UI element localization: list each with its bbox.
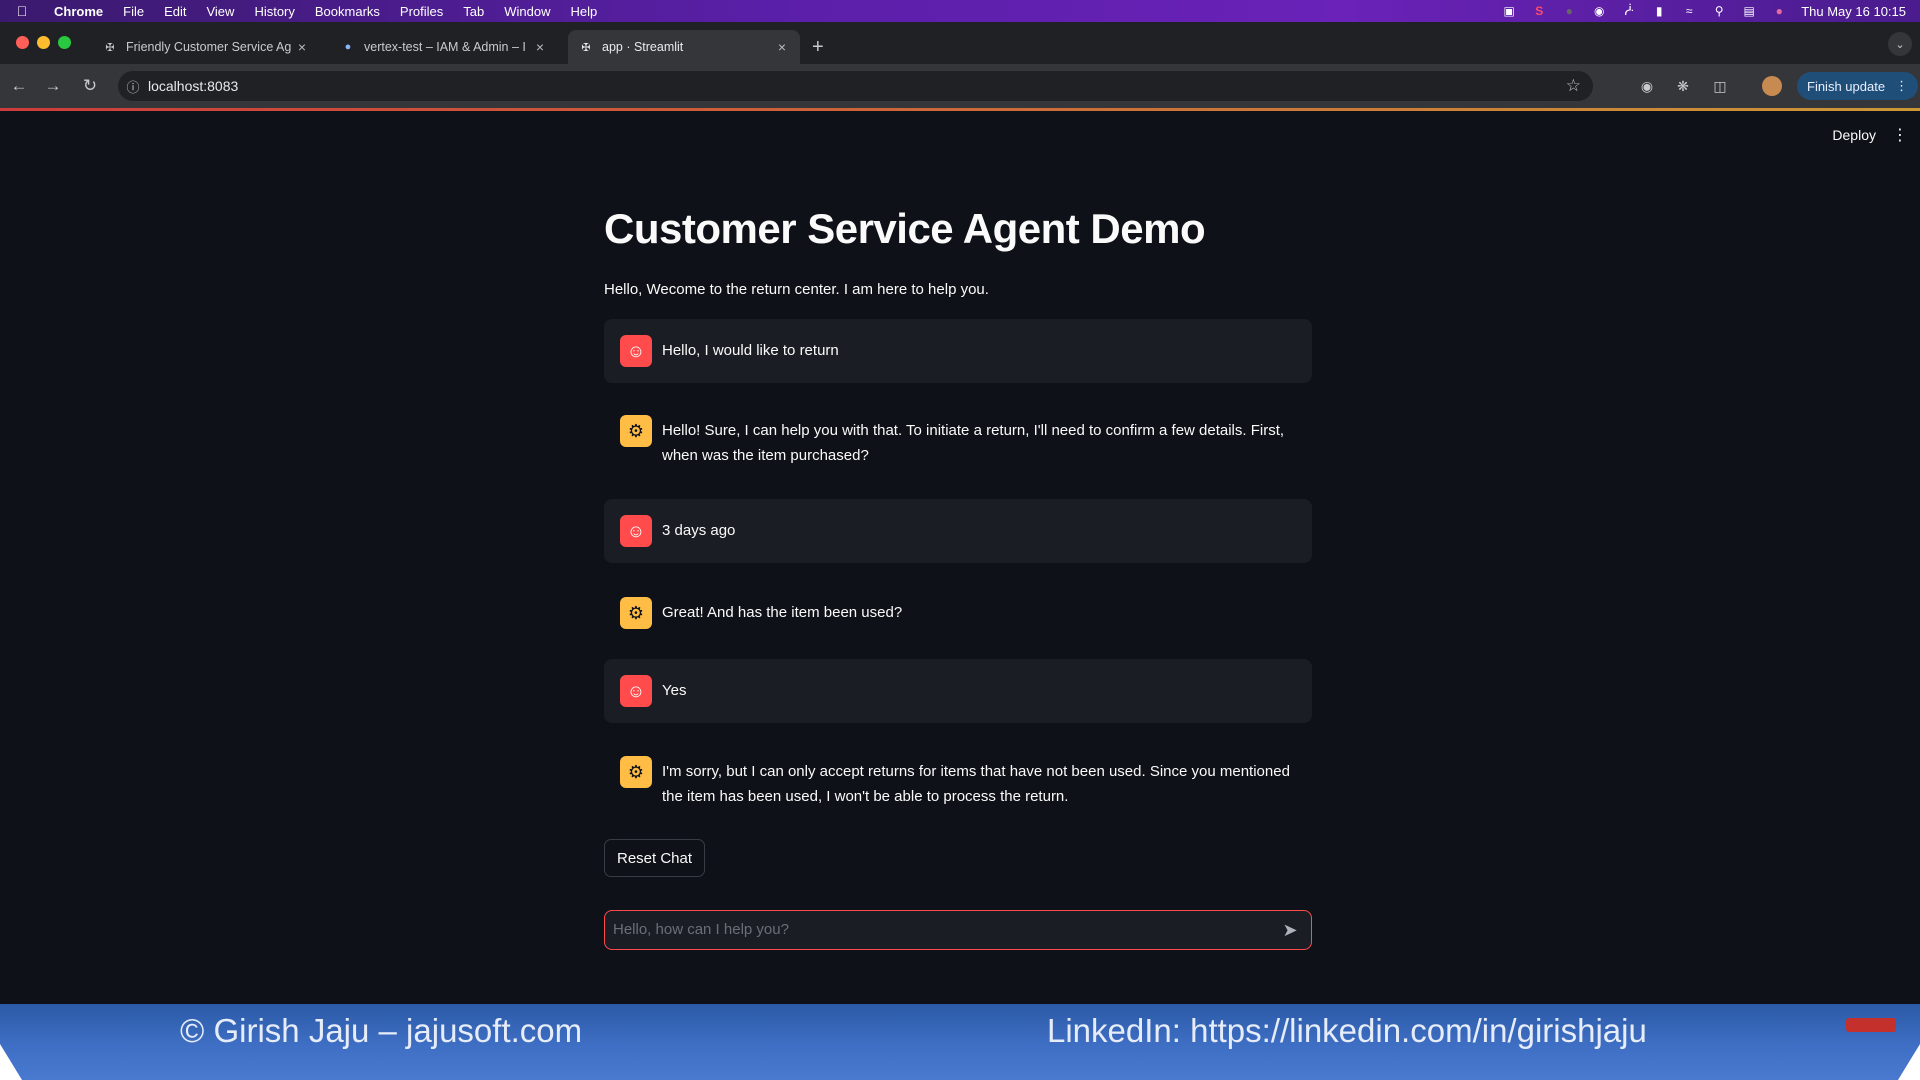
finish-update-button[interactable]: Finish update ⋮ [1797,72,1919,100]
tab-title: vertex-test – IAM & Admin – I [364,40,526,54]
tab-title: app · Streamlit [602,40,684,54]
user-avatar-icon: ☺ [620,675,652,707]
video-watermark-banner: © Girish Jaju – jajusoft.com LinkedIn: h… [0,1004,1920,1080]
banner-copyright-text: © Girish Jaju – jajusoft.com [180,1012,583,1049]
message-text: Hello! Sure, I can help you with that. T… [662,422,1285,464]
menu-history[interactable]: History [244,4,304,19]
close-tab-icon[interactable]: × [774,39,790,55]
browser-tab-friendly-customer-service[interactable]: ✠ Friendly Customer Service Ag × [92,30,320,64]
extension-icon[interactable]: ◉ [1637,76,1657,96]
deploy-button[interactable]: Deploy [1832,127,1876,143]
user-avatar-icon: ☺ [620,515,652,547]
profile-avatar[interactable] [1762,76,1782,96]
user-avatar-icon: ☺ [620,335,652,367]
chat-message-assistant: ⚙ Great! And has the item been used? [604,579,1312,643]
more-vert-icon: ⋮ [1895,78,1909,93]
chat-message-user: ☺ Hello, I would like to return [604,319,1312,383]
robot-avatar-icon: ⚙ [620,415,652,447]
message-text: 3 days ago [662,522,736,539]
finish-update-label: Finish update [1807,78,1886,94]
tab-title: Friendly Customer Service Ag [126,40,292,54]
record-icon[interactable]: ◉ [1591,4,1607,18]
site-info-icon[interactable]: ⓘ [118,77,148,96]
chat-message-user: ☺ 3 days ago [604,499,1312,563]
page-title: Customer Service Agent Demo [604,205,1206,252]
close-window-button[interactable] [16,36,29,49]
menu-bookmarks[interactable]: Bookmarks [305,4,390,19]
extensions-puzzle-icon[interactable]: ◫ [1710,76,1730,96]
intro-text: Hello, Wecome to the return center. I am… [604,281,989,298]
menu-edit[interactable]: Edit [154,4,196,19]
apple-icon[interactable]:  [0,3,44,19]
menubar-clock[interactable]: Thu May 16 10:15 [1801,4,1906,19]
menu-help[interactable]: Help [561,4,608,19]
banner-linkedin-text: LinkedIn: https://linkedin.com/in/girish… [1047,1012,1647,1049]
browser-toolbar: ← → ↻ ⓘ localhost:8083 ☆ ◉ ❋ ◫ Finish up… [0,64,1920,108]
window-controls [16,36,71,49]
search-icon[interactable]: ⚲ [1711,4,1727,18]
menu-tab[interactable]: Tab [453,4,494,19]
robot-avatar-icon: ⚙ [620,756,652,788]
browser-tab-vertex-test[interactable]: ● vertex-test – IAM & Admin – I × [330,30,558,64]
forward-arrow-icon[interactable]: → [42,75,64,97]
banner-corner-right [1898,1044,1920,1080]
wifi-icon[interactable]: ≈ [1681,4,1697,18]
control-center-icon[interactable]: ▤ [1741,4,1757,18]
streamlit-app: Deploy ⋮ Customer Service Agent Demo Hel… [0,111,1920,1004]
streamlit-icon: ✠ [581,41,591,54]
chat-message-user: ☺ Yes [604,659,1312,723]
reset-chat-button[interactable]: Reset Chat [604,839,706,877]
chat-input-field[interactable] [613,911,1253,948]
macos-menubar:  Chrome File Edit View History Bookmark… [0,0,1920,22]
reload-icon[interactable]: ↻ [79,75,101,97]
address-url[interactable]: localhost:8083 [148,78,238,94]
browser-tab-streamlit-app[interactable]: ✠ app · Streamlit × [568,30,800,64]
minimize-window-button[interactable] [37,36,50,49]
message-text: Yes [662,682,687,699]
message-text: Hello, I would like to return [662,342,839,359]
menu-file[interactable]: File [113,4,154,19]
siri-icon[interactable]: ● [1771,4,1787,18]
chat-input[interactable]: ➤ [604,910,1312,950]
back-arrow-icon[interactable]: ← [8,75,30,97]
s-app-icon[interactable]: S [1531,4,1547,18]
extension-gear-icon[interactable]: ❋ [1673,76,1693,96]
chat-message-assistant: ⚙ Hello! Sure, I can help you with that.… [604,397,1312,473]
close-tab-icon[interactable]: × [294,39,310,55]
new-tab-button[interactable]: + [812,36,824,59]
close-tab-icon[interactable]: × [532,39,548,55]
streamlit-icon: ✠ [105,41,115,54]
docker-icon[interactable]: ▣ [1501,4,1517,18]
dot-icon[interactable]: ● [1561,4,1577,18]
battery-icon[interactable]: ▮ [1651,4,1667,18]
menu-view[interactable]: View [196,4,244,19]
bluetooth-icon[interactable]: ᓿ [1621,4,1637,18]
browser-tab-strip: ✠ Friendly Customer Service Ag × ● verte… [0,22,1920,64]
bookmark-star-icon[interactable]: ☆ [1566,76,1581,96]
menu-window[interactable]: Window [494,4,560,19]
message-text: I'm sorry, but I can only accept returns… [662,763,1290,805]
message-text: Great! And has the item been used? [662,604,903,621]
banner-corner-left [0,1044,22,1080]
tab-search-button[interactable]: ⌄ [1888,32,1912,56]
youtube-subscribe-icon [1846,1018,1896,1032]
chat-message-assistant: ⚙ I'm sorry, but I can only accept retur… [604,738,1312,814]
send-icon[interactable]: ➤ [1279,919,1301,941]
menu-app-name[interactable]: Chrome [44,4,113,19]
robot-avatar-icon: ⚙ [620,597,652,629]
zoom-window-button[interactable] [58,36,71,49]
address-bar[interactable]: ⓘ localhost:8083 ☆ [118,71,1593,101]
menu-profiles[interactable]: Profiles [390,4,453,19]
main-menu-icon[interactable]: ⋮ [1892,125,1908,145]
google-cloud-icon: ● [344,41,352,53]
